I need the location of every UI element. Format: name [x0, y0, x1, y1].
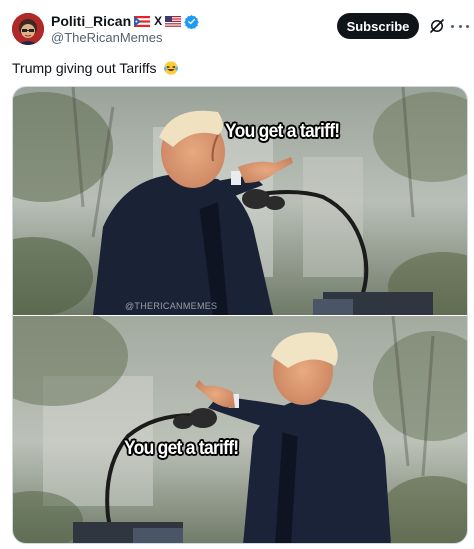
x-mark-label: X	[154, 14, 163, 28]
more-dot	[458, 24, 462, 28]
grok-icon[interactable]	[428, 17, 446, 35]
avatar[interactable]	[12, 13, 44, 45]
post-text-content: Trump giving out Tariffs	[12, 60, 157, 76]
verified-badge-icon	[184, 14, 199, 29]
meme-panel-top: You get a tariff! @THERICANMEMES	[13, 87, 467, 315]
meme-photo-bottom	[13, 316, 467, 543]
post-media[interactable]: You get a tariff! @THERICANMEMES You get…	[12, 86, 468, 544]
author-handle[interactable]: @TheRicanMemes	[51, 30, 162, 46]
us-flag-icon	[165, 15, 182, 27]
laughing-tears-emoji-icon	[164, 61, 179, 75]
author-name-row[interactable]: Politi_Rican X	[51, 12, 199, 30]
more-dot	[451, 24, 454, 28]
author-display-name[interactable]: Politi_Rican	[51, 12, 131, 30]
subscribe-button[interactable]: Subscribe	[337, 13, 419, 39]
puerto-rico-flag-icon	[134, 15, 151, 27]
avatar-character-icon	[12, 13, 44, 45]
meme-watermark: @THERICANMEMES	[125, 301, 218, 311]
meme-caption-top: You get a tariff!	[225, 121, 340, 142]
meme-panel-bottom: You get a tariff!	[13, 316, 467, 543]
meme-caption-bottom: You get a tariff!	[124, 438, 239, 459]
post-header: Politi_Rican X @TheRicanMemes Subscribe	[0, 0, 474, 56]
more-icon[interactable]	[451, 17, 469, 35]
post-text: Trump giving out Tariffs	[12, 58, 179, 78]
more-dot	[466, 24, 469, 28]
